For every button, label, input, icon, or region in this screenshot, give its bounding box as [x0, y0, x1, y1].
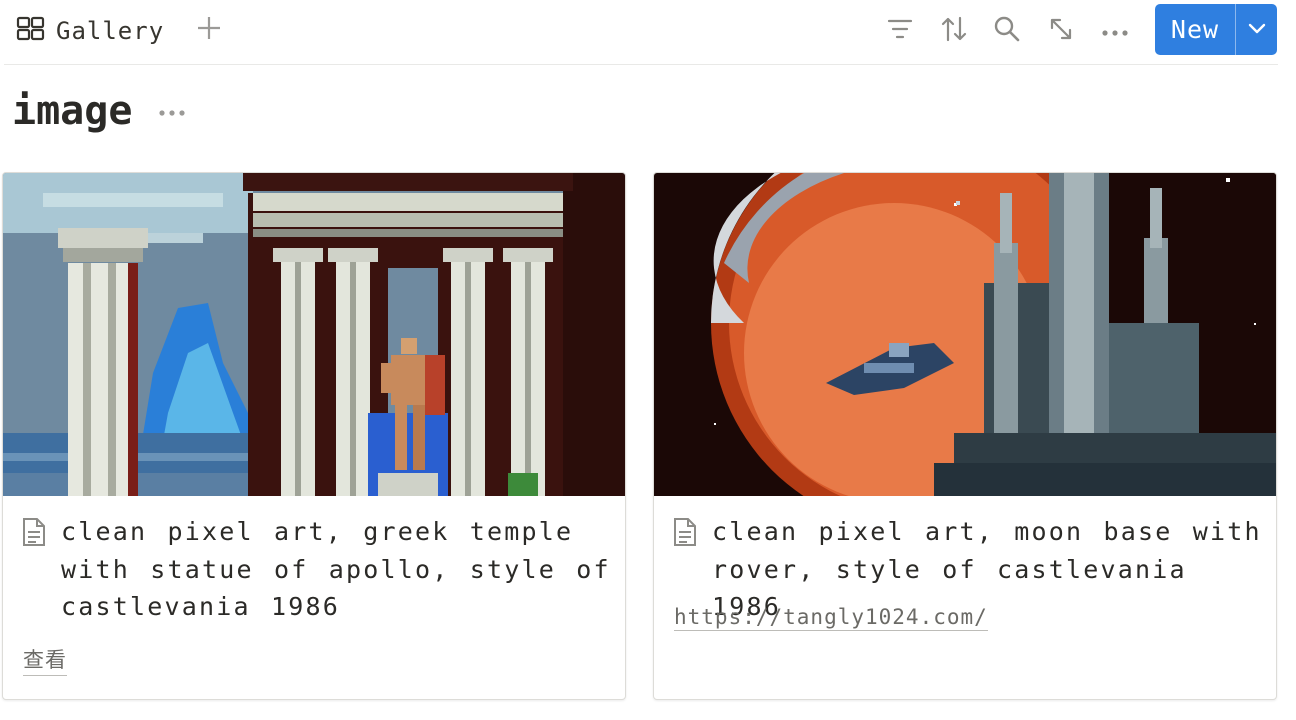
filter-icon: [887, 17, 913, 45]
plus-icon: [196, 15, 222, 45]
card-title: clean pixel art, greek temple with statu…: [61, 517, 611, 621]
view-tab-gallery[interactable]: Gallery: [16, 14, 164, 48]
card-property-link[interactable]: 查看: [23, 644, 67, 676]
new-dropdown-button[interactable]: [1236, 4, 1277, 55]
expand-button[interactable]: [1044, 14, 1078, 48]
database-toolbar: Gallery New: [0, 0, 1296, 64]
gallery-card[interactable]: clean pixel art, greek temple with statu…: [2, 172, 626, 700]
sort-icon: [940, 16, 968, 46]
title-more-button[interactable]: [155, 98, 189, 124]
search-button[interactable]: [990, 14, 1024, 48]
sort-button[interactable]: [937, 14, 971, 48]
add-view-button[interactable]: [194, 14, 224, 46]
gallery-grid-icon: [16, 16, 46, 46]
card-title-row: clean pixel art, greek temple with statu…: [21, 513, 611, 626]
card-cover-image: [3, 173, 625, 496]
page-title[interactable]: image: [12, 88, 132, 134]
gallery-card[interactable]: clean pixel art, moon base with rover, s…: [653, 172, 1277, 700]
card-property-link[interactable]: https://tangly1024.com/: [674, 605, 988, 631]
chevron-down-icon: [1248, 20, 1266, 39]
toolbar-divider: [4, 64, 1278, 65]
new-button-group: New: [1155, 4, 1277, 55]
card-cover-image: [654, 173, 1276, 496]
more-icon: [1101, 22, 1129, 41]
new-button[interactable]: New: [1155, 4, 1235, 55]
document-icon: [21, 517, 49, 626]
expand-icon: [1048, 16, 1074, 46]
filter-button[interactable]: [883, 14, 917, 48]
search-icon: [993, 15, 1021, 47]
more-options-button[interactable]: [1098, 14, 1132, 48]
view-tab-label: Gallery: [56, 17, 165, 45]
more-icon: [158, 102, 186, 121]
